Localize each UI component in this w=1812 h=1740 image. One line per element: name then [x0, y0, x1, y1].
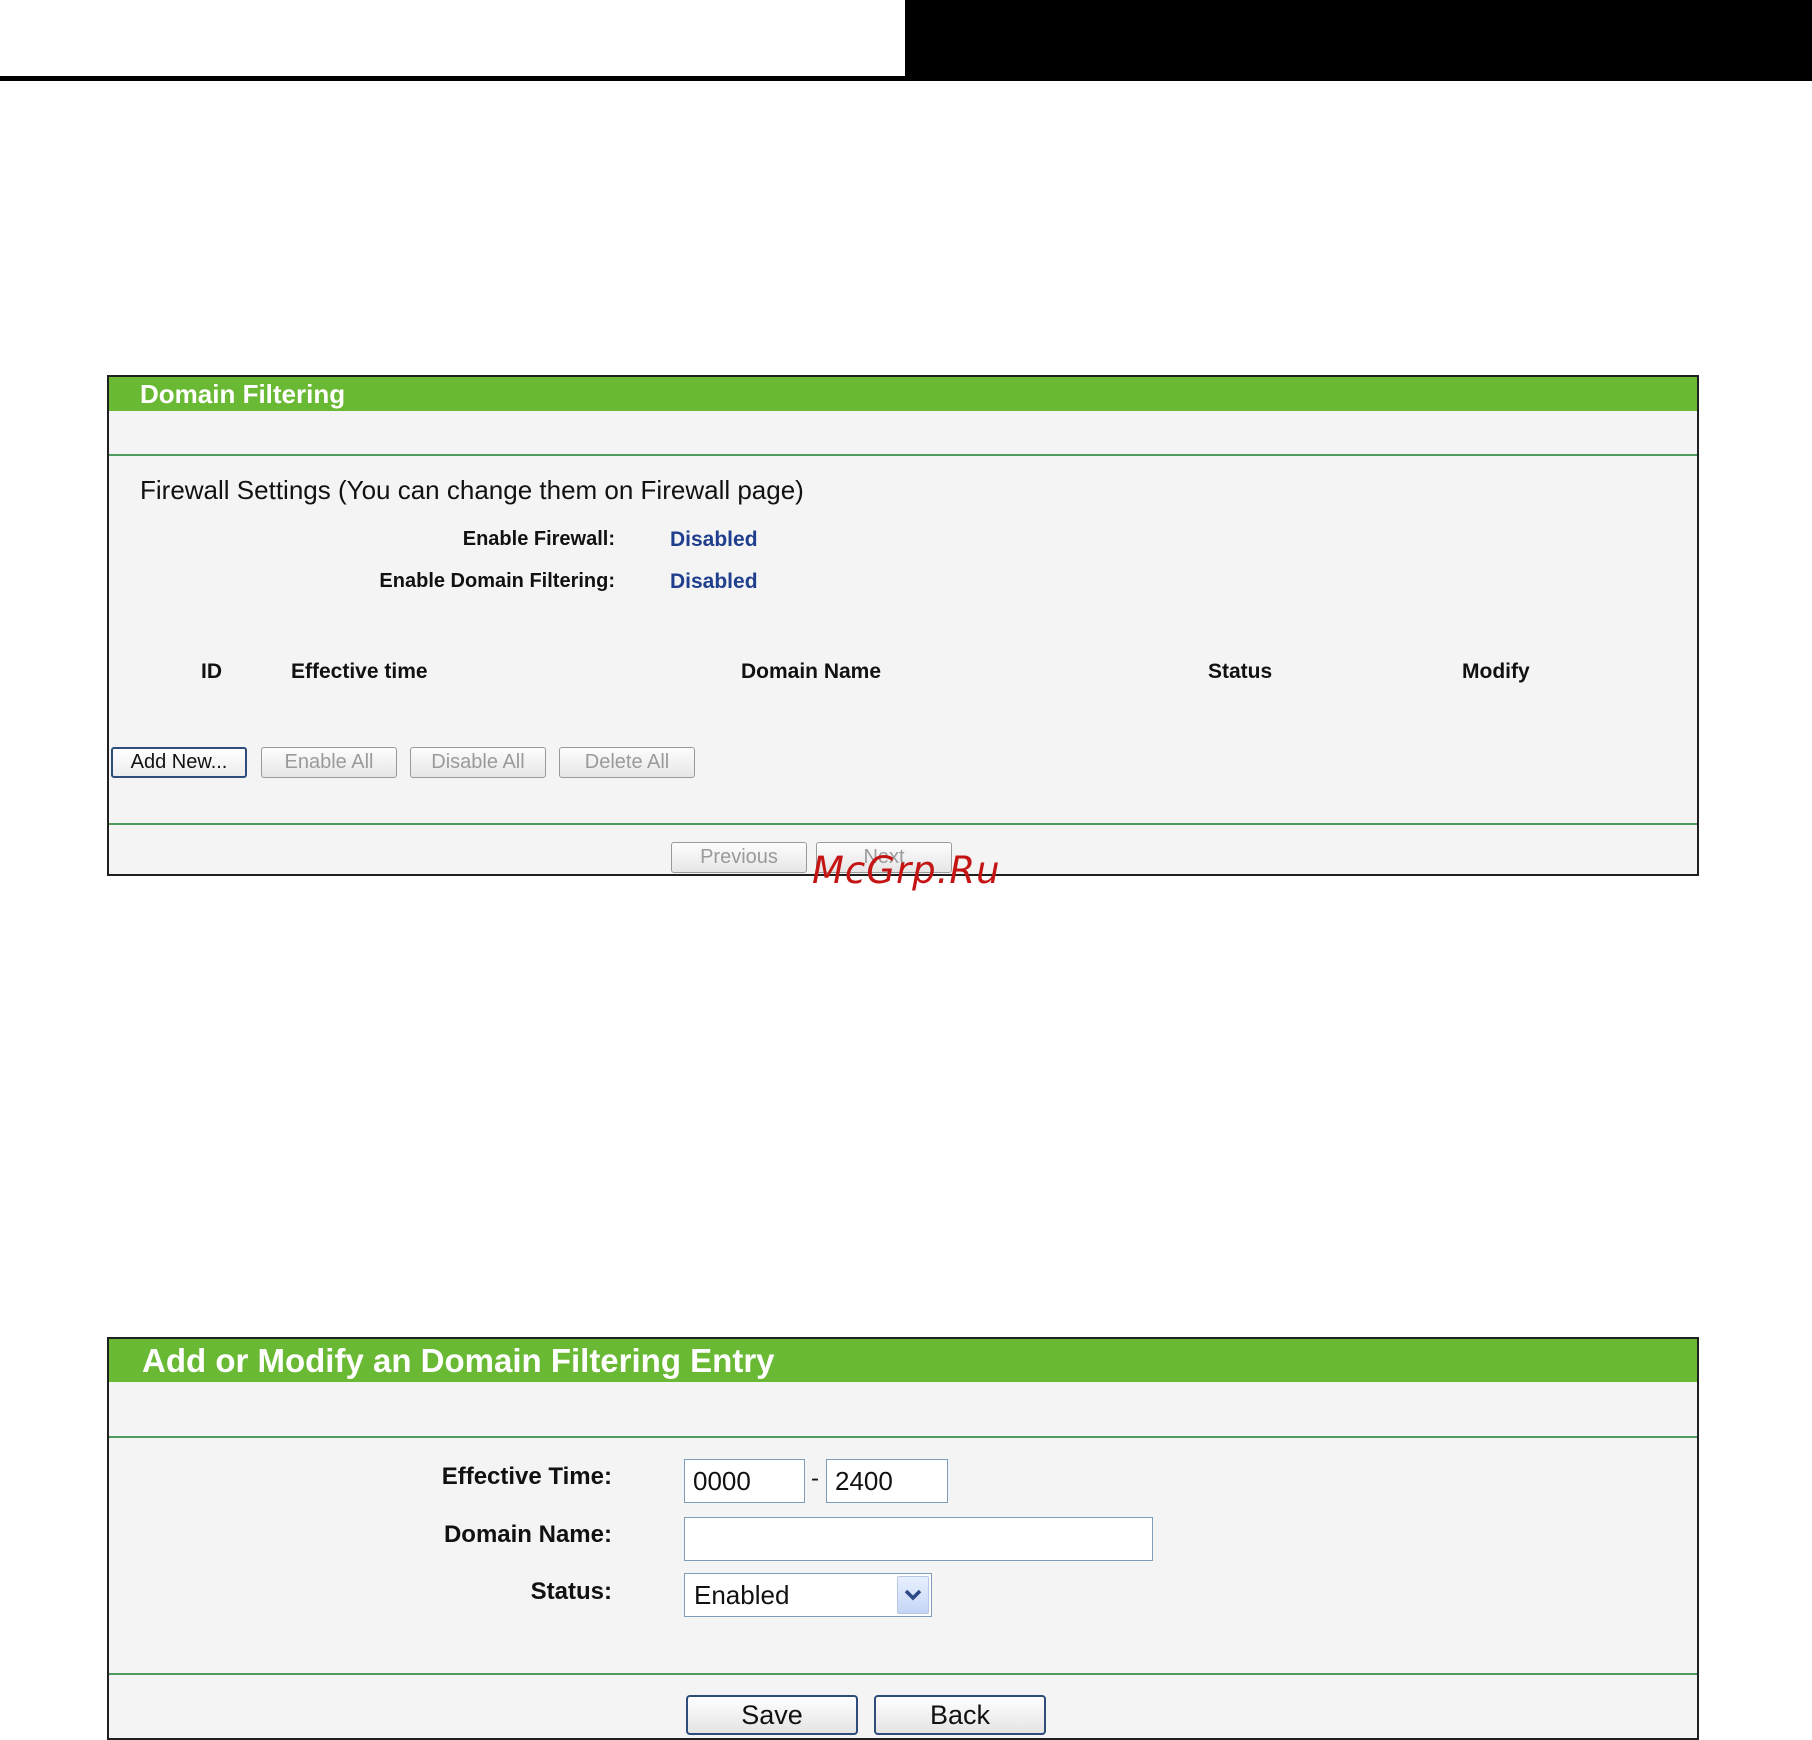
delete-all-button[interactable]: Delete All	[559, 747, 695, 778]
effective-time-end-input[interactable]	[826, 1459, 948, 1503]
watermark: McGrp.Ru	[812, 849, 1001, 892]
back-button[interactable]: Back	[874, 1695, 1046, 1735]
effective-time-start-input[interactable]	[684, 1459, 805, 1503]
add-new-button[interactable]: Add New...	[111, 747, 247, 778]
panel-title: Add or Modify an Domain Filtering Entry	[109, 1339, 1697, 1382]
status-select-value: Enabled	[694, 1580, 790, 1610]
divider	[109, 1436, 1697, 1438]
effective-time-label: Effective Time:	[441, 1463, 612, 1490]
divider	[109, 1673, 1697, 1675]
entry-form-panel: Add or Modify an Domain Filtering Entry …	[107, 1337, 1699, 1740]
column-header-status: Status	[1208, 660, 1273, 683]
enable-domain-filtering-label: Enable Domain Filtering:	[379, 570, 615, 592]
status-label: Status:	[530, 1578, 612, 1605]
column-header-id: ID	[201, 660, 222, 683]
header-rule	[0, 76, 1812, 81]
domain-name-label: Domain Name:	[443, 1521, 612, 1548]
panel-title: Domain Filtering	[109, 377, 1697, 411]
enable-firewall-label: Enable Firewall:	[462, 528, 615, 550]
enable-firewall-value: Disabled	[670, 528, 758, 551]
column-header-effective-time: Effective time	[291, 660, 428, 683]
enable-domain-filtering-value: Disabled	[670, 570, 758, 593]
disable-all-button[interactable]: Disable All	[410, 747, 546, 778]
header-black-bar	[905, 0, 1812, 76]
status-select[interactable]: Enabled	[684, 1573, 932, 1617]
column-header-modify: Modify	[1462, 660, 1530, 683]
time-separator: -	[811, 1465, 819, 1492]
chevron-down-icon[interactable]	[897, 1576, 929, 1614]
previous-button[interactable]: Previous	[671, 842, 807, 873]
enable-all-button[interactable]: Enable All	[261, 747, 397, 778]
divider	[109, 454, 1697, 456]
column-header-domain-name: Domain Name	[741, 660, 882, 683]
divider	[109, 823, 1697, 825]
section-heading: Firewall Settings (You can change them o…	[140, 475, 804, 505]
domain-name-input[interactable]	[684, 1517, 1153, 1561]
domain-filtering-panel: Domain Filtering Firewall Settings (You …	[107, 375, 1699, 876]
save-button[interactable]: Save	[686, 1695, 858, 1735]
